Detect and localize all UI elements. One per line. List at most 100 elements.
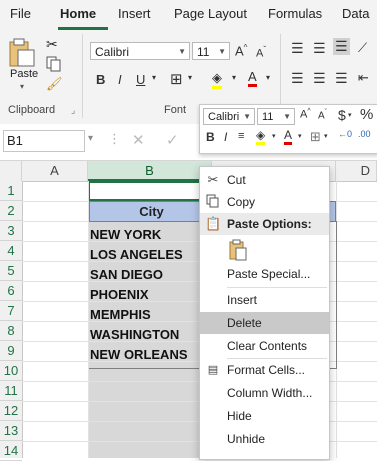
copy-icon[interactable] bbox=[46, 56, 68, 74]
font-family-select[interactable]: Calibri ▼ bbox=[90, 42, 190, 60]
tab-page-layout[interactable]: Page Layout bbox=[174, 6, 247, 21]
align-right-icon[interactable]: ☰ bbox=[335, 70, 348, 87]
italic-icon[interactable]: I bbox=[224, 130, 227, 144]
column-header-b[interactable]: B bbox=[88, 161, 212, 181]
increase-decimal-icon[interactable]: .00 bbox=[358, 129, 371, 139]
increase-font-icon[interactable]: A^ bbox=[235, 43, 247, 58]
cut-icon: ✂ bbox=[207, 172, 219, 187]
font-color-icon[interactable]: A bbox=[284, 129, 293, 145]
table-cell[interactable]: NEW ORLEANS bbox=[90, 345, 200, 365]
align-left-icon[interactable]: ☰ bbox=[291, 70, 304, 87]
decrease-decimal-icon[interactable]: ←0 bbox=[338, 129, 352, 139]
menu-item-label: Clear Contents bbox=[227, 339, 308, 353]
row-header[interactable]: 3 bbox=[0, 221, 22, 241]
paste-button[interactable]: Paste ▾ bbox=[8, 38, 42, 92]
enter-icon[interactable]: ✓ bbox=[166, 131, 179, 149]
row-header[interactable]: 6 bbox=[0, 281, 22, 301]
row-header[interactable]: 8 bbox=[0, 321, 22, 341]
row-header[interactable]: 14 bbox=[0, 441, 22, 461]
column-header-a[interactable]: A bbox=[22, 161, 88, 181]
menu-item-unhide[interactable]: Unhide bbox=[200, 428, 329, 450]
font-size-select[interactable]: 11 ▼ bbox=[192, 42, 230, 60]
decrease-font-icon[interactable]: Aˇ bbox=[256, 45, 266, 60]
mini-font-size-select[interactable]: 11 ▼ bbox=[257, 108, 295, 125]
align-middle-icon[interactable]: ☰ bbox=[313, 40, 326, 57]
align-bottom-icon[interactable]: ☰ bbox=[333, 38, 350, 55]
tab-file[interactable]: File bbox=[10, 6, 31, 21]
table-cell[interactable]: PHOENIX bbox=[90, 285, 200, 305]
tab-insert[interactable]: Insert bbox=[118, 6, 151, 21]
chevron-down-icon[interactable]: ▾ bbox=[272, 132, 276, 140]
table-cell[interactable]: MEMPHIS bbox=[90, 305, 200, 325]
table-border bbox=[336, 221, 337, 369]
cut-icon[interactable]: ✂ bbox=[46, 36, 64, 54]
indent-icon[interactable]: ⇤ bbox=[358, 70, 369, 86]
row-header[interactable]: 2 bbox=[0, 201, 22, 221]
menu-item-format-cells[interactable]: ▤ Format Cells... bbox=[200, 359, 329, 381]
row-header[interactable]: 7 bbox=[0, 301, 22, 321]
menu-item-hide[interactable]: Hide bbox=[200, 405, 329, 427]
italic-icon[interactable]: I bbox=[118, 72, 122, 87]
menu-item-insert[interactable]: Insert bbox=[200, 289, 329, 311]
row-header[interactable]: 9 bbox=[0, 341, 22, 361]
fill-color-icon[interactable]: ◈ bbox=[212, 70, 222, 89]
chevron-down-icon[interactable]: ▾ bbox=[298, 132, 302, 140]
row-headers: 1 2 3 4 5 6 7 8 9 10 11 12 13 14 bbox=[0, 181, 23, 461]
bold-icon[interactable]: B bbox=[206, 130, 215, 144]
borders-icon[interactable]: ⊞ bbox=[170, 70, 183, 88]
tab-data[interactable]: Data bbox=[342, 6, 369, 21]
table-cell[interactable]: LOS ANGELES bbox=[90, 245, 200, 265]
menu-item-paste-special[interactable]: Paste Special... bbox=[200, 263, 329, 285]
chevron-down-icon[interactable]: ▾ bbox=[348, 111, 352, 119]
table-cell[interactable]: WASHINGTON bbox=[90, 325, 200, 345]
currency-icon[interactable]: $ bbox=[338, 107, 346, 123]
select-all-corner[interactable] bbox=[0, 161, 22, 181]
decrease-font-icon[interactable]: Aˇ bbox=[318, 109, 327, 121]
name-box[interactable]: B1 bbox=[3, 130, 85, 152]
tab-formulas[interactable]: Formulas bbox=[268, 6, 322, 21]
row-header[interactable]: 11 bbox=[0, 381, 22, 401]
row-header[interactable]: 1 bbox=[0, 181, 22, 201]
menu-item-label: Paste Options: bbox=[227, 217, 312, 231]
menu-item-copy[interactable]: Copy bbox=[200, 191, 329, 213]
align-top-icon[interactable]: ☰ bbox=[291, 40, 304, 57]
row-header[interactable]: 13 bbox=[0, 421, 22, 441]
fill-color-icon[interactable]: ◈ bbox=[256, 129, 266, 145]
format-painter-icon[interactable]: 🖌 bbox=[46, 76, 64, 94]
menu-item-column-width[interactable]: Column Width... bbox=[200, 382, 329, 404]
table-cell[interactable]: SAN DIEGO bbox=[90, 265, 200, 285]
chevron-down-icon[interactable]: ▾ bbox=[266, 73, 270, 82]
row-header[interactable]: 5 bbox=[0, 261, 22, 281]
font-color-icon[interactable]: A bbox=[248, 70, 257, 87]
row-header[interactable]: 10 bbox=[0, 361, 22, 381]
align-center-icon[interactable]: ☰ bbox=[313, 70, 326, 87]
tab-home[interactable]: Home bbox=[60, 6, 96, 21]
increase-font-icon[interactable]: A^ bbox=[300, 108, 311, 121]
chevron-down-icon[interactable]: ▾ bbox=[232, 73, 236, 82]
orientation-icon[interactable]: ⟋ bbox=[358, 40, 367, 56]
mini-font-family-select[interactable]: Calibri ▼ bbox=[203, 108, 255, 125]
menu-item-delete[interactable]: Delete bbox=[200, 312, 329, 334]
table-cell[interactable]: NEW YORK bbox=[90, 225, 200, 245]
underline-icon[interactable]: U bbox=[136, 72, 145, 87]
percent-icon[interactable]: % bbox=[360, 106, 373, 123]
paste-option-button[interactable] bbox=[228, 239, 250, 263]
dialog-launcher-icon[interactable]: ⌟ bbox=[71, 105, 75, 116]
menu-item-cut[interactable]: ✂ Cut bbox=[200, 169, 329, 191]
column-header-d[interactable]: D bbox=[336, 161, 377, 181]
borders-icon[interactable]: ⊞ bbox=[310, 129, 321, 145]
align-center-icon[interactable]: ≡ bbox=[238, 130, 244, 142]
cancel-icon[interactable]: ✕ bbox=[132, 131, 145, 149]
chevron-down-icon[interactable]: ▾ bbox=[324, 132, 328, 140]
row-header[interactable]: 4 bbox=[0, 241, 22, 261]
bold-icon[interactable]: B bbox=[96, 72, 105, 87]
font-size-value: 11 bbox=[197, 45, 210, 59]
chevron-down-icon[interactable]: ▾ bbox=[152, 73, 156, 82]
menu-item-label: Unhide bbox=[227, 432, 266, 446]
chevron-down-icon[interactable]: ▾ bbox=[188, 73, 192, 82]
row-header[interactable]: 12 bbox=[0, 401, 22, 421]
context-menu: ✂ Cut Copy 📋 Paste Options: Paste Specia… bbox=[199, 166, 330, 460]
active-cell-b1[interactable] bbox=[88, 181, 212, 201]
menu-item-clear-contents[interactable]: Clear Contents bbox=[200, 335, 329, 357]
name-box-dropdown-icon[interactable]: ▾ bbox=[88, 133, 93, 144]
